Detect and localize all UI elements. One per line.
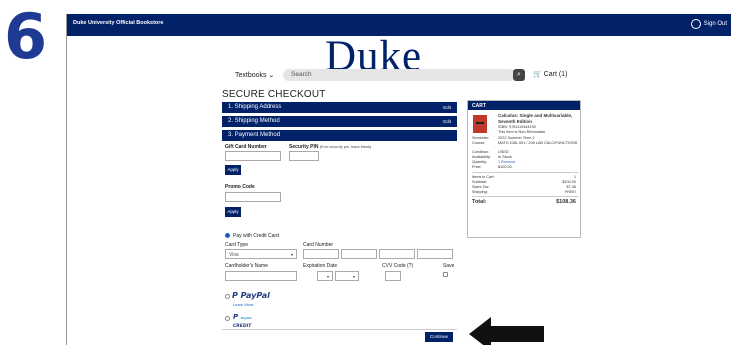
book-returnable: This Item is Non-Returnable (498, 130, 546, 134)
apply-gift-card-button[interactable]: Apply (225, 165, 241, 175)
form-divider (222, 329, 457, 330)
user-icon (690, 19, 701, 29)
cvv-input[interactable] (385, 271, 401, 281)
price-label: Price: (472, 165, 482, 169)
price-value: $100.00 (498, 165, 512, 169)
chevron-down-icon: ▾ (290, 252, 293, 257)
cardholder-label: Cardholder's Name (225, 263, 268, 269)
step-payment-method: 3. Payment Method (222, 130, 457, 141)
card-number-part-4[interactable] (417, 249, 453, 259)
tutorial-page: 6 Duke University Official Bookstore Sig… (0, 0, 733, 345)
arrow-pointer-tail (490, 326, 544, 342)
sign-out-label: Sign Out (703, 21, 727, 27)
course-label: Course: (472, 141, 486, 145)
card-type-label: Card Type (225, 242, 248, 248)
paypal-radio[interactable] (225, 294, 230, 299)
gift-card-input[interactable] (225, 151, 281, 161)
cart-header: CART (468, 101, 580, 110)
edit-shipping-address-link[interactable]: Edit (443, 105, 451, 110)
paypal-credit-logo[interactable]: P PayPal CREDIT (233, 313, 252, 329)
arrow-pointer-icon (469, 317, 491, 345)
cardholder-name-input[interactable] (225, 271, 297, 281)
card-number-part-1[interactable] (303, 249, 339, 259)
bookstore-screenshot: Duke University Official Bookstore Sign … (66, 14, 731, 345)
page-title: SECURE CHECKOUT (222, 89, 326, 100)
cart-link[interactable]: 🛒 Cart (1) (533, 70, 567, 78)
cart-summary: CART Calculus: Single and Multivariable,… (467, 100, 581, 238)
expiration-year-select[interactable]: ▾ (335, 271, 359, 281)
edit-shipping-method-link[interactable]: Edit (443, 119, 451, 124)
step-number: 6 (4, 0, 48, 73)
search-icon[interactable]: ⌕ (513, 69, 525, 81)
apply-promo-button[interactable]: Apply (225, 207, 241, 217)
save-card-checkbox[interactable] (443, 272, 448, 277)
total-value: $108.36 (556, 199, 576, 205)
continue-button[interactable]: Continue (425, 332, 453, 342)
book-cover-image (473, 115, 487, 133)
security-pin-label: Security PIN (if no security pin, leave … (289, 144, 372, 150)
chevron-down-icon: ⌄ (268, 72, 275, 79)
shipping-value: FREE! (564, 190, 576, 194)
card-number-label: Card Number (303, 242, 334, 248)
nav-row: Textbooks ⌄ Search ⌕ 🛒 Cart (1) (227, 68, 587, 82)
card-number-part-2[interactable] (341, 249, 377, 259)
pay-credit-label: Pay with Credit Card (233, 233, 279, 239)
expiration-label: Expiration Date (303, 263, 338, 269)
pay-credit-radio[interactable] (225, 233, 230, 238)
expiration-month-select[interactable]: ▾ (317, 271, 333, 281)
shipping-label: Shipping: (472, 190, 488, 194)
cart-icon: 🛒 (533, 71, 542, 78)
cart-total-divider (472, 196, 578, 197)
cart-divider (472, 172, 578, 173)
paypal-logo[interactable]: P PayPal (232, 291, 270, 300)
promo-code-input[interactable] (225, 192, 281, 202)
total-label: Total: (472, 199, 487, 205)
promo-code-label: Promo Code (225, 184, 255, 190)
gift-card-label: Gift Card Number (225, 144, 267, 150)
paypal-learn-more-link[interactable]: Learn More (233, 302, 253, 307)
book-title: Calculus: Single and Multivariable, Seve… (498, 113, 573, 124)
paypal-credit-radio[interactable] (225, 316, 230, 321)
save-label: Save (443, 263, 455, 269)
security-pin-input[interactable] (289, 151, 319, 161)
step-shipping-method[interactable]: 2. Shipping Method Edit (222, 116, 457, 127)
chevron-down-icon: ▾ (352, 274, 355, 279)
card-number-part-3[interactable] (379, 249, 415, 259)
sign-out-link[interactable]: Sign Out (690, 19, 727, 29)
search-input[interactable]: Search (283, 69, 515, 81)
step-shipping-address[interactable]: 1. Shipping Address Edit (222, 102, 457, 113)
cvv-label: CVV Code (?) (382, 263, 414, 269)
course-value: MATH 108L 001 / 208 LAB CALC/FUNCTIONS (498, 141, 578, 145)
textbooks-menu[interactable]: Textbooks ⌄ (235, 71, 274, 79)
card-type-select[interactable]: Visa ▾ (225, 249, 297, 259)
chevron-down-icon: ▾ (326, 274, 329, 279)
store-name[interactable]: Duke University Official Bookstore (73, 20, 163, 26)
